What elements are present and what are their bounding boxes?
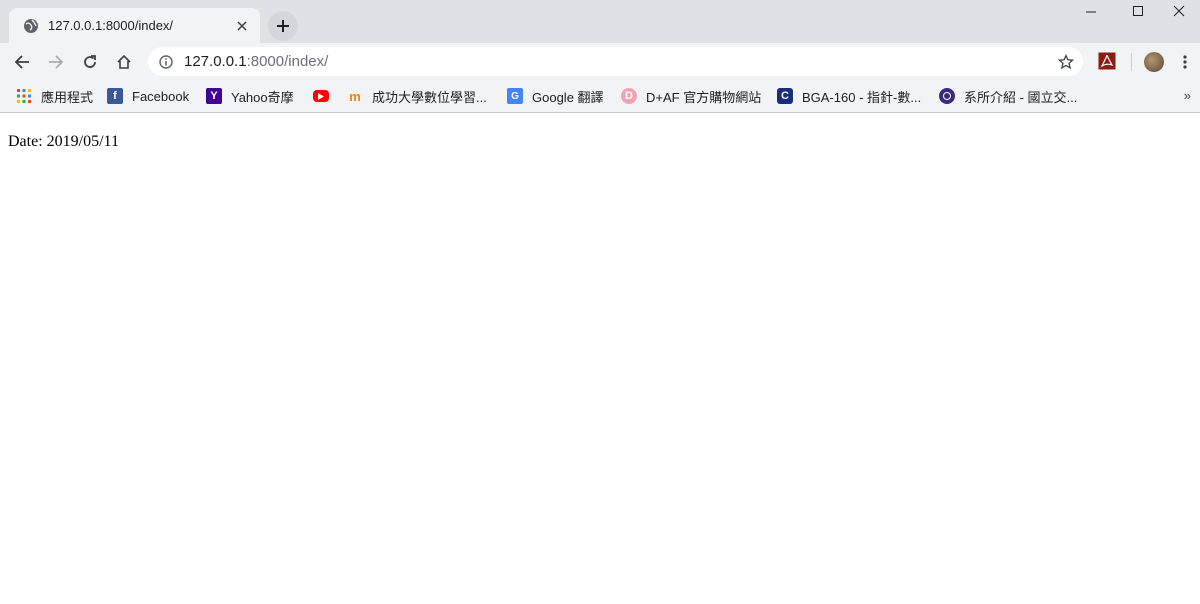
bookmark-label: Facebook (132, 88, 190, 104)
close-window-button[interactable] (1156, 0, 1200, 22)
casio-icon: C (777, 88, 793, 104)
facebook-icon: f (107, 88, 123, 104)
daf-icon: D (621, 88, 637, 104)
new-tab-button[interactable] (268, 11, 298, 41)
bookmark-label: 成功大學數位學習... (372, 89, 487, 105)
arrow-right-icon (49, 55, 64, 69)
bookmark-label: Google 翻譯 (532, 89, 604, 105)
close-icon (1173, 5, 1185, 17)
maximize-button[interactable] (1115, 0, 1161, 22)
google-translate-icon: G (507, 88, 523, 104)
page-content: Date: 2019/05/11 (0, 114, 1200, 604)
toolbar-separator (1131, 53, 1132, 71)
bookmark-label: Yahoo奇摩 (231, 89, 294, 105)
url-host: 127.0.0.1 (184, 53, 247, 70)
minimize-icon (1086, 11, 1096, 13)
apps-grid-icon (16, 88, 32, 104)
tab-active[interactable]: 127.0.0.1:8000/index/ (9, 8, 260, 43)
bookmarks-overflow-icon[interactable]: » (1184, 88, 1191, 103)
home-icon (117, 54, 131, 69)
bookmark-label: D+AF 官方購物網站 (646, 89, 762, 105)
bookmark-label: 系所介紹 - 國立交... (964, 89, 1078, 105)
home-button[interactable] (110, 48, 138, 76)
browser-toolbar: 127.0.0.1:8000/index/ (0, 43, 1200, 80)
reload-button[interactable] (76, 48, 104, 76)
bookmark-label: 應用程式 (41, 89, 94, 105)
menu-button[interactable] (1173, 48, 1197, 76)
date-text: Date: 2019/05/11 (8, 133, 119, 150)
moodle-icon: m (349, 88, 361, 104)
bookmark-university[interactable]: 系所介紹 - 國立交... (939, 87, 1077, 105)
bookmark-youtube[interactable] (313, 87, 338, 105)
bookmark-label: BGA-160 - 指針-數... (802, 89, 922, 105)
plus-icon (277, 20, 289, 32)
info-icon[interactable] (158, 54, 174, 70)
reload-icon (84, 55, 96, 68)
bookmark-yahoo[interactable]: Y Yahoo奇摩 (206, 87, 294, 105)
back-button[interactable] (8, 48, 36, 76)
bookmark-moodle[interactable]: m 成功大學數位學習... (347, 87, 487, 105)
forward-button[interactable] (42, 48, 70, 76)
bookmarks-bar: 應用程式 f Facebook Y Yahoo奇摩 m 成功大學數位學習... … (0, 80, 1200, 113)
tab-close-icon[interactable] (232, 16, 252, 36)
url-path: :8000/index/ (246, 53, 329, 70)
yahoo-icon: Y (206, 88, 222, 104)
url-text: 127.0.0.1:8000/index/ (184, 53, 328, 70)
minimize-button[interactable] (1068, 0, 1114, 22)
university-seal-icon (939, 88, 955, 104)
tab-strip: 127.0.0.1:8000/index/ (0, 0, 1200, 43)
youtube-icon (313, 90, 329, 102)
bookmark-casio[interactable]: C BGA-160 - 指針-數... (777, 87, 921, 105)
bookmark-star-icon[interactable] (1057, 53, 1075, 71)
globe-icon (23, 18, 39, 34)
bookmark-facebook[interactable]: f Facebook (107, 87, 189, 105)
bookmark-daf[interactable]: D D+AF 官方購物網站 (621, 87, 761, 105)
bookmark-google-translate[interactable]: G Google 翻譯 (507, 87, 604, 105)
maximize-icon (1133, 6, 1143, 16)
kebab-menu-icon (1183, 55, 1187, 69)
arrow-left-icon (14, 55, 29, 69)
tab-title: 127.0.0.1:8000/index/ (48, 18, 174, 33)
bookmark-apps[interactable]: 應用程式 (16, 87, 93, 105)
address-bar[interactable]: 127.0.0.1:8000/index/ (148, 47, 1083, 76)
acrobat-extension-icon[interactable] (1098, 52, 1118, 72)
profile-avatar[interactable] (1144, 52, 1164, 72)
